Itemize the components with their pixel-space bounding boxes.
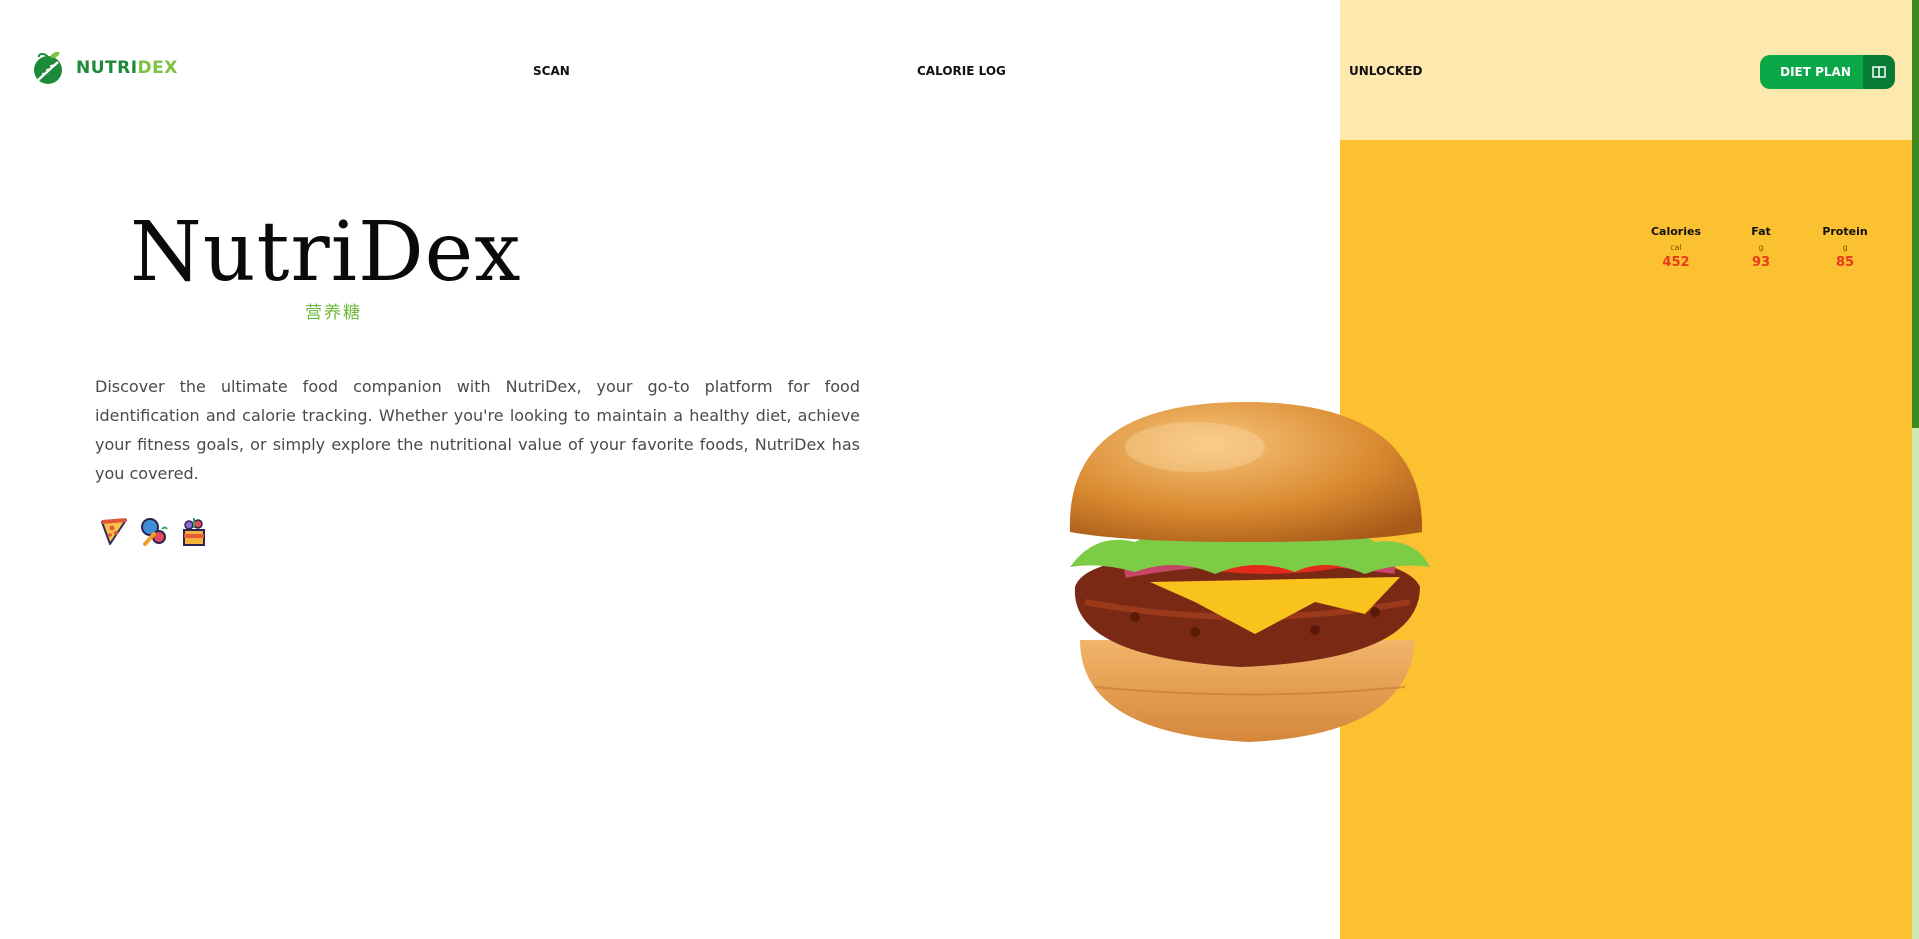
hero-subtitle: 营养糖: [305, 303, 362, 322]
diet-plan-button[interactable]: DIET PLAN: [1760, 55, 1895, 89]
nutrition-value: 85: [1835, 255, 1855, 270]
hero-title: NutriDex: [130, 205, 522, 300]
nav-calorie-log[interactable]: CALORIE LOG: [917, 64, 1006, 78]
hero-description: Discover the ultimate food companion wit…: [95, 377, 860, 483]
food-icon-row: [98, 516, 210, 548]
book-icon: [1863, 55, 1895, 89]
food-basket-icon[interactable]: [178, 516, 210, 548]
logo-text-accent: DEX: [137, 58, 178, 78]
fruits-icon[interactable]: [138, 516, 170, 548]
nutrition-unit: g: [1842, 243, 1848, 252]
nutrition-calories: Calories cal 452: [1641, 225, 1711, 270]
nav-unlocked[interactable]: UNLOCKED: [1349, 64, 1422, 78]
apple-leaf-icon: [34, 51, 62, 84]
diet-plan-label: DIET PLAN: [1780, 65, 1851, 79]
logo-text-primary: NUTRI: [76, 58, 138, 78]
nav-scan[interactable]: SCAN: [533, 64, 570, 78]
nutrition-value: 93: [1751, 255, 1771, 270]
scrollbar-thumb[interactable]: [1912, 0, 1919, 428]
nutrition-unit: g: [1758, 243, 1764, 252]
logo-text: NUTRIDEX: [76, 58, 178, 78]
nutrition-unit: cal: [1670, 243, 1682, 252]
nutrition-label: Calories: [1650, 225, 1702, 238]
nutrition-value: 452: [1662, 255, 1690, 270]
pizza-icon[interactable]: [98, 516, 130, 548]
nutrition-protein: Protein g 85: [1810, 225, 1880, 270]
burger-image: [1069, 402, 1430, 742]
logo[interactable]: NUTRIDEX: [28, 48, 178, 88]
nutrition-fat: Fat g 93: [1726, 225, 1796, 270]
nutrition-label: Fat: [1751, 225, 1771, 238]
nutrition-label: Protein: [1822, 225, 1868, 238]
